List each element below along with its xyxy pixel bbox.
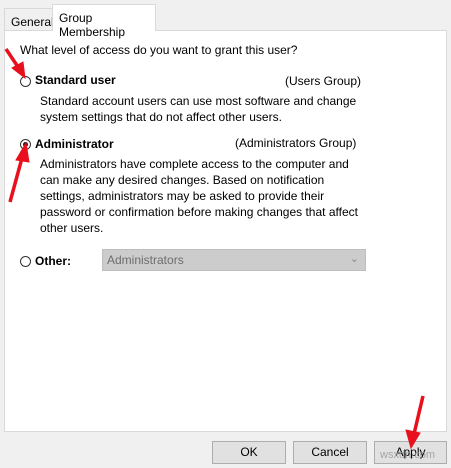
administrator-radio[interactable]	[20, 139, 31, 150]
access-question: What level of access do you want to gran…	[20, 43, 298, 57]
other-radio[interactable]	[20, 256, 31, 267]
standard-user-radio[interactable]	[20, 76, 31, 87]
ok-button[interactable]: OK	[212, 441, 286, 464]
chevron-down-icon: ⌄	[349, 253, 359, 265]
tab-general[interactable]: General	[4, 8, 54, 30]
administrators-group-label: (Administrators Group)	[235, 136, 357, 150]
users-group-label: (Users Group)	[285, 74, 362, 88]
standard-user-description: Standard account users can use most soft…	[40, 94, 357, 124]
cancel-button[interactable]: Cancel	[293, 441, 367, 464]
apply-button[interactable]: Apply	[374, 441, 447, 464]
other-label[interactable]: Other:	[35, 254, 71, 268]
other-group-select-value: Administrators	[107, 253, 184, 267]
administrator-label[interactable]: Administrator	[35, 137, 114, 151]
tab-bar: General Group Membership	[0, 0, 451, 39]
standard-user-label[interactable]: Standard user	[35, 73, 116, 87]
tab-group-membership[interactable]: Group Membership	[52, 4, 156, 39]
administrator-description: Administrators have complete access to t…	[40, 157, 358, 235]
other-group-select: Administrators ⌄	[102, 249, 366, 271]
